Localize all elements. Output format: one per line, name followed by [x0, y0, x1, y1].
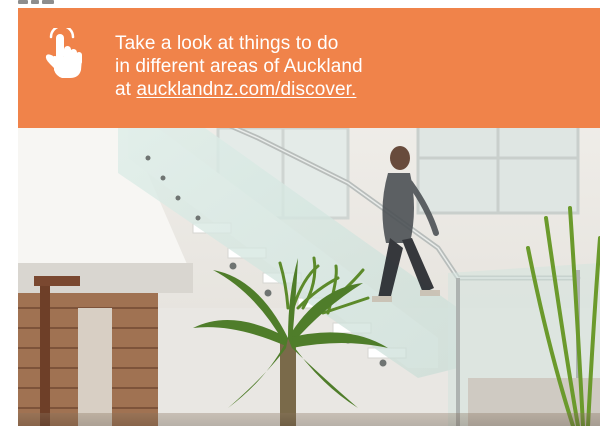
- banner-message: Take a look at things to do in different…: [115, 32, 363, 101]
- discover-link[interactable]: aucklandnz.com/discover.: [136, 79, 356, 100]
- pointing-hand-icon: [42, 28, 84, 80]
- page-edge-fragment: [18, 0, 82, 8]
- banner-line-2: in different areas of Auckland: [115, 56, 363, 77]
- discover-banner: Take a look at things to do in different…: [18, 8, 600, 128]
- banner-line-1: Take a look at things to do: [115, 33, 339, 54]
- staircase-photo: Take a look at things to do in different…: [18, 8, 600, 426]
- banner-line-3-prefix: at: [115, 79, 137, 100]
- banner-line-3: at aucklandnz.com/discover.: [115, 78, 363, 101]
